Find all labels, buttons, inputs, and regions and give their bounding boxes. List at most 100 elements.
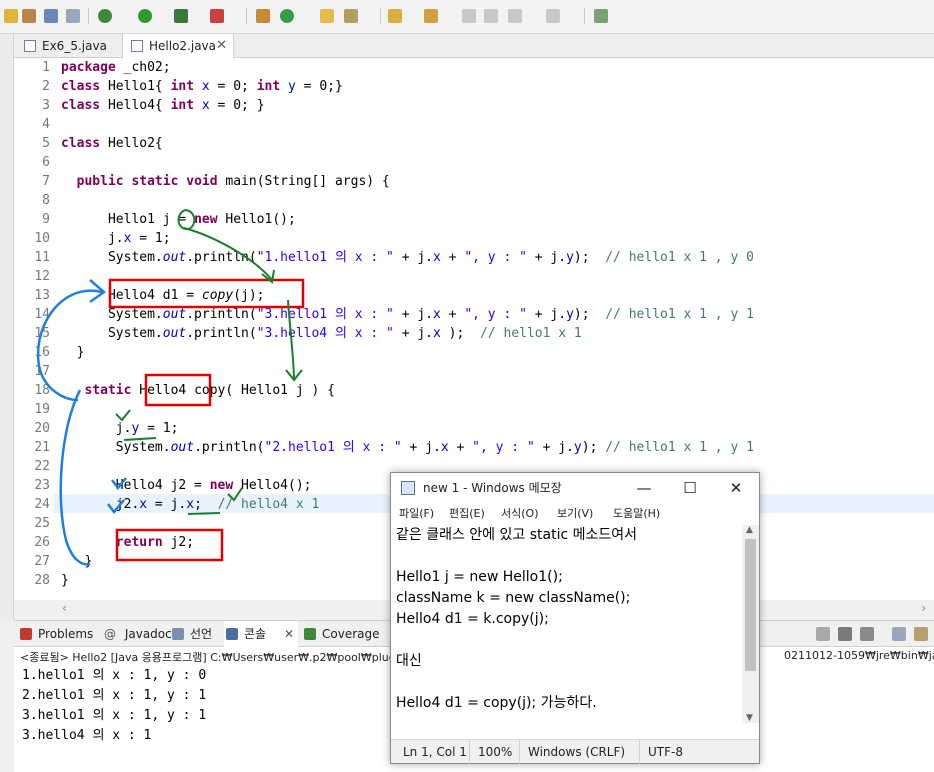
problems-icon: [20, 628, 32, 640]
forward-icon[interactable]: [484, 9, 498, 23]
notepad-vertical-scrollbar[interactable]: ▲ ▼: [742, 525, 759, 723]
tab-problems[interactable]: Problems: [18, 621, 93, 647]
code-line[interactable]: j.y = 1;: [61, 419, 179, 438]
annotation-icon[interactable]: [388, 9, 402, 23]
new-package-icon[interactable]: [256, 9, 270, 23]
menu-format[interactable]: 서식(O): [501, 505, 538, 521]
code-line[interactable]: return j2;: [61, 533, 194, 552]
line-number-gutter: 1 2 3 4 5 6 7 8 9 10 11 12 13 14 15 16 17 18 19 20 21 22 23 24 2…: [14, 58, 54, 600]
editor-tab-bar: Ex6_5.java Hello2.java ✕: [14, 34, 934, 58]
open-perspective-icon[interactable]: [594, 9, 608, 23]
notepad-text-line: Hello1 j = new Hello1();: [396, 569, 563, 585]
menu-help[interactable]: 도움말(H): [613, 505, 660, 521]
line-number: 1: [42, 60, 50, 75]
tab-javadoc[interactable]: @ Javadoc: [100, 621, 172, 647]
terminate-icon[interactable]: [816, 627, 830, 641]
open-folder-icon[interactable]: [320, 9, 334, 23]
menu-edit[interactable]: 편집(E): [449, 505, 485, 521]
pilcrow-icon[interactable]: [66, 9, 80, 23]
status-eol: Windows (CRLF): [519, 740, 625, 764]
terminal-icon[interactable]: [44, 9, 58, 23]
code-line[interactable]: class Hello1{ int x = 0; int y = 0;}: [61, 77, 343, 96]
close-tab-icon[interactable]: ✕: [216, 34, 227, 58]
back-icon[interactable]: [462, 9, 476, 23]
close-tab-icon[interactable]: ✕: [284, 621, 294, 647]
line-number: 20: [34, 421, 50, 436]
tab-ex6-5-java[interactable]: Ex6_5.java: [16, 34, 112, 58]
new-class-icon[interactable]: [280, 9, 294, 23]
notepad-title: new 1 - Windows 메모장: [423, 481, 562, 495]
close-button[interactable]: ✕: [713, 473, 759, 503]
notepad-text-area[interactable]: 같은 클래스 안에 있고 static 메소드여서 Hello1 j = new…: [396, 525, 741, 735]
code-line[interactable]: Hello1 j = new Hello1();: [61, 210, 296, 229]
tab-label: 선언: [190, 627, 213, 641]
tab-coverage[interactable]: Coverage: [302, 621, 380, 647]
line-number: 4: [42, 117, 50, 132]
code-line[interactable]: Hello4 j2 = new Hello4();: [61, 476, 312, 495]
screen: Ex6_5.java Hello2.java ✕ 1 2 3 4 5 6 7 8 9 10 11 12…: [0, 0, 934, 772]
line-number: 27: [34, 554, 50, 569]
next-annotation-icon[interactable]: [424, 9, 438, 23]
search-icon[interactable]: [344, 9, 358, 23]
line-number: 24: [34, 497, 50, 512]
tab-console[interactable]: 콘솔 ✕: [224, 621, 298, 647]
minimize-button[interactable]: —: [621, 473, 667, 503]
code-line[interactable]: class Hello2{: [61, 134, 163, 153]
notepad-menu-bar: 파일(F) 편집(E) 서식(O) 보기(V) 도움말(H): [391, 503, 759, 523]
menu-file[interactable]: 파일(F): [399, 505, 434, 521]
notepad-text-line: Hello4 d1 = copy(j); 가능하다.: [396, 695, 597, 711]
scroll-left-icon[interactable]: ‹: [62, 601, 67, 615]
notepad-text-line: [396, 672, 741, 693]
code-line[interactable]: Hello4 d1 = copy(j);: [61, 286, 265, 305]
code-line[interactable]: class Hello4{ int x = 0; }: [61, 96, 265, 115]
menu-view[interactable]: 보기(V): [557, 505, 593, 521]
external-tools-icon[interactable]: [210, 9, 224, 23]
code-line[interactable]: }: [61, 343, 85, 362]
toolbar-separator: [584, 8, 585, 24]
scroll-thumb[interactable]: [745, 539, 756, 671]
tab-label: Hello2.java: [149, 39, 217, 53]
line-number: 26: [34, 535, 50, 550]
code-line[interactable]: package _ch02;: [61, 58, 171, 77]
code-line[interactable]: System.out.println("2.hello1 의 x : " + j…: [61, 438, 754, 457]
code-line[interactable]: }: [61, 552, 92, 571]
console-output-line: 2.hello1 의 x : 1, y : 1: [22, 688, 207, 703]
notepad-text-line: 대신: [396, 653, 422, 669]
code-line[interactable]: static Hello4 copy( Hello1 j ) {: [61, 381, 334, 400]
notepad-window[interactable]: new 1 - Windows 메모장 — ☐ ✕ 파일(F) 편집(E) 서식…: [390, 472, 760, 764]
coverage-icon[interactable]: [174, 9, 188, 23]
run-icon[interactable]: [138, 9, 152, 23]
line-number: 7: [42, 174, 50, 189]
copy-icon[interactable]: [892, 627, 906, 641]
code-line[interactable]: j2.x = j.x; // hello4 x 1: [61, 495, 320, 514]
notepad-text-line: className k = new className();: [396, 590, 631, 606]
lightning-icon[interactable]: [4, 9, 18, 23]
line-number: 9: [42, 212, 50, 227]
code-line[interactable]: System.out.println("3.hello4 의 x : " + j…: [61, 324, 582, 343]
forward-history-icon[interactable]: [546, 9, 560, 23]
remove-all-icon[interactable]: [860, 627, 874, 641]
code-line[interactable]: public static void main(String[] args) {: [61, 172, 390, 191]
line-number: 23: [34, 478, 50, 493]
tab-label: Javadoc: [124, 627, 172, 641]
scroll-down-icon[interactable]: ▼: [746, 713, 753, 723]
save-all-icon[interactable]: [22, 9, 36, 23]
declaration-icon: [172, 628, 184, 640]
code-line[interactable]: System.out.println("1.hello1 의 x : " + j…: [61, 248, 754, 267]
maximize-button[interactable]: ☐: [667, 473, 713, 503]
scroll-right-icon[interactable]: ›: [921, 601, 926, 615]
code-line[interactable]: }: [61, 571, 69, 590]
paste-icon[interactable]: [914, 627, 928, 641]
tab-label: Ex6_5.java: [42, 39, 107, 53]
scroll-up-icon[interactable]: ▲: [746, 525, 753, 535]
tab-label: Coverage: [322, 627, 380, 641]
tab-hello2-java[interactable]: Hello2.java ✕: [122, 34, 234, 58]
back-history-icon[interactable]: [508, 9, 522, 23]
debug-icon[interactable]: [98, 9, 112, 23]
code-line[interactable]: j.x = 1;: [61, 229, 171, 248]
tab-declaration[interactable]: 선언: [170, 621, 212, 647]
code-line[interactable]: System.out.println("3.hello1 의 x : " + j…: [61, 305, 754, 324]
remove-launch-icon[interactable]: [838, 627, 852, 641]
notepad-title-bar[interactable]: new 1 - Windows 메모장 — ☐ ✕: [391, 473, 759, 503]
console-status-text-right: 0211012-1059₩jre₩bin₩javaw: [784, 649, 934, 662]
